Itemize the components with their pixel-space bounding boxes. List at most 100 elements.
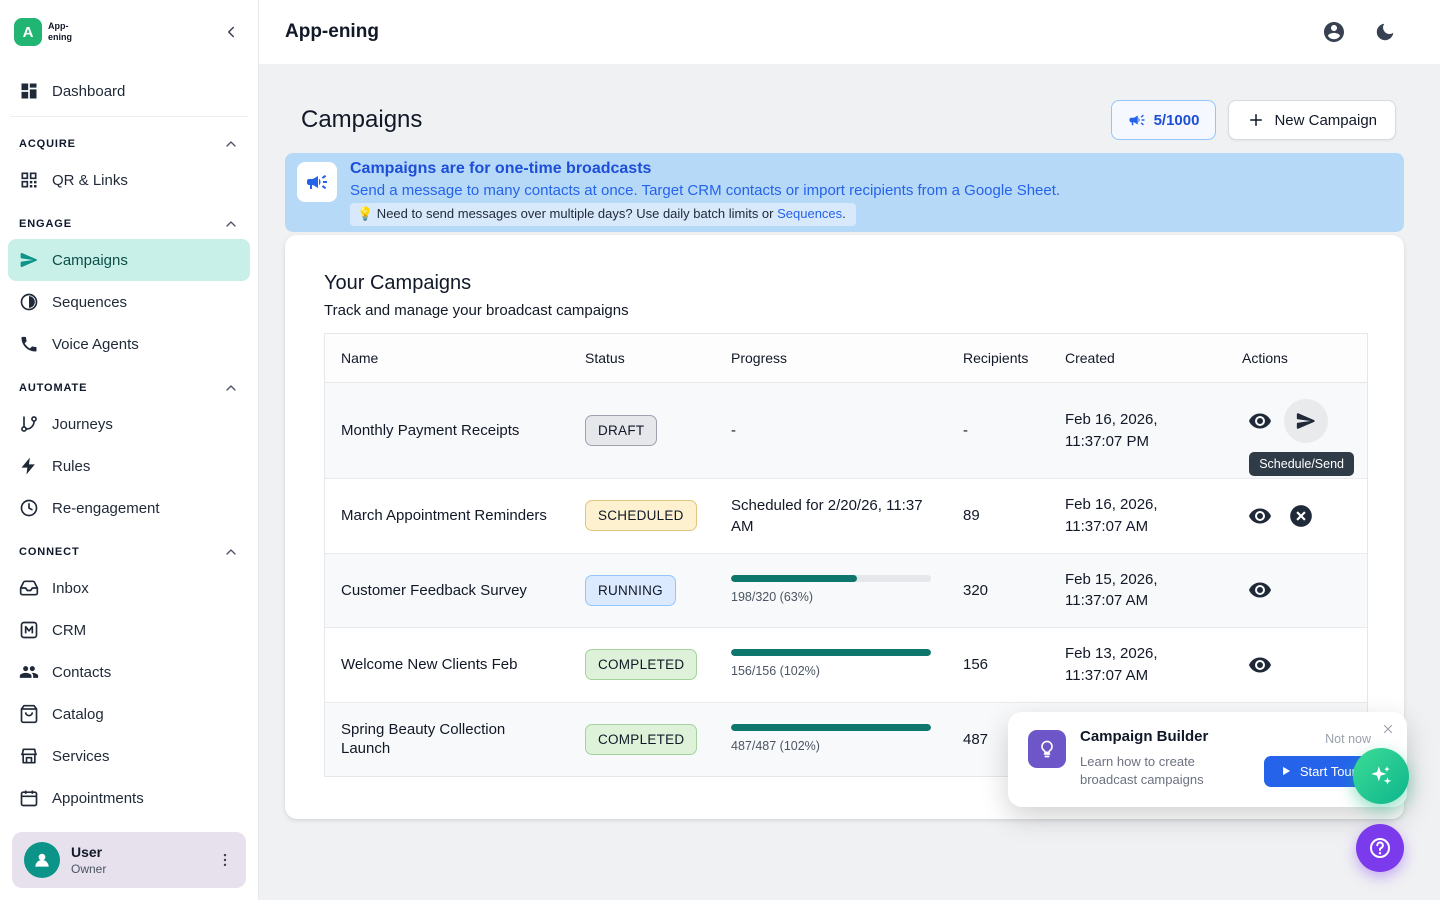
sidebar-section-automate[interactable]: AUTOMATE <box>8 365 250 403</box>
send-button-wrap: Schedule/Send <box>1284 399 1328 443</box>
account-button[interactable] <box>1322 20 1346 44</box>
chevron-up-icon <box>223 380 239 396</box>
user-meta: User Owner <box>71 844 205 876</box>
campaign-created: Feb 13, 2026, 11:37:07 AM <box>1049 628 1226 703</box>
banner-content: Campaigns are for one-time broadcasts Se… <box>350 160 1060 226</box>
progress-bar <box>731 649 931 656</box>
sidebar-item-rules[interactable]: Rules <box>8 445 250 487</box>
sidebar-section-engage[interactable]: ENGAGE <box>8 201 250 239</box>
eye-icon <box>1248 653 1272 677</box>
campaigns-card-title: Your Campaigns <box>324 272 1368 295</box>
sidebar-item-label: QR & Links <box>52 172 128 189</box>
qr-code-icon <box>19 170 39 190</box>
sidebar-item-label: Re-engagement <box>52 500 160 517</box>
ai-assistant-fab[interactable] <box>1353 748 1409 804</box>
campaign-name: Welcome New Clients Feb <box>325 628 569 703</box>
campaign-quota-button[interactable]: 5/1000 <box>1111 100 1217 140</box>
popup-close-button[interactable] <box>1381 722 1395 736</box>
popup-body: Learn how to create broadcast campaigns <box>1080 753 1230 789</box>
column-progress: Progress <box>715 334 947 383</box>
sidebar-item-appointments[interactable]: Appointments <box>8 777 250 819</box>
sidebar-collapse-button[interactable] <box>222 23 240 41</box>
lightbulb-icon <box>1037 739 1057 759</box>
sidebar-item-crm[interactable]: CRM <box>8 609 250 651</box>
campaign-recipients: 89 <box>947 479 1049 554</box>
campaign-recipients: 156 <box>947 628 1049 703</box>
eye-icon <box>1248 578 1272 602</box>
status-badge: COMPLETED <box>585 724 697 755</box>
schedule-send-button[interactable] <box>1284 399 1328 443</box>
new-campaign-label: New Campaign <box>1274 112 1377 129</box>
sidebar-item-re-engagement[interactable]: Re-engagement <box>8 487 250 529</box>
chevron-up-icon <box>223 544 239 560</box>
sidebar-item-sequences[interactable]: Sequences <box>8 281 250 323</box>
table-row: Customer Feedback Survey RUNNING 198/320… <box>325 553 1367 628</box>
campaign-recipients: - <box>947 383 1049 479</box>
sidebar-item-services[interactable]: Services <box>8 735 250 777</box>
page-header: Campaigns 5/1000 New Campaign <box>301 100 1396 140</box>
view-campaign-button[interactable] <box>1242 572 1278 608</box>
sidebar-item-label: Catalog <box>52 706 104 723</box>
new-campaign-button[interactable]: New Campaign <box>1228 100 1396 140</box>
dashboard-grid-icon <box>19 81 39 101</box>
help-fab[interactable] <box>1356 824 1404 872</box>
sequences-link[interactable]: Sequences <box>777 206 842 221</box>
start-tour-label: Start Tour <box>1300 764 1356 779</box>
crm-icon <box>19 620 39 640</box>
send-icon <box>19 250 39 270</box>
eye-icon <box>1248 409 1272 433</box>
sidebar-item-catalog[interactable]: Catalog <box>8 693 250 735</box>
dark-mode-toggle[interactable] <box>1374 21 1396 43</box>
campaign-created: Feb 16, 2026, 11:37:07 AM <box>1049 479 1226 554</box>
help-icon <box>1368 836 1392 860</box>
section-label: AUTOMATE <box>19 382 87 394</box>
sidebar-item-contacts[interactable]: Contacts <box>8 651 250 693</box>
cancel-campaign-button[interactable] <box>1284 499 1318 533</box>
app-logo-text: App-ening <box>48 21 82 43</box>
view-campaign-button[interactable] <box>1242 498 1278 534</box>
sidebar-item-voice-agents[interactable]: Voice Agents <box>8 323 250 365</box>
status-badge: SCHEDULED <box>585 500 697 531</box>
sidebar-item-inbox[interactable]: Inbox <box>8 567 250 609</box>
sidebar-item-qr-links[interactable]: QR & Links <box>8 159 250 201</box>
play-icon <box>1279 764 1293 778</box>
campaign-name: Customer Feedback Survey <box>325 553 569 628</box>
topbar-icons <box>1322 20 1396 44</box>
banner-tip: 💡 Need to send messages over multiple da… <box>350 203 856 226</box>
user-name: User <box>71 844 205 860</box>
half-circle-icon <box>19 292 39 312</box>
sidebar-item-campaigns[interactable]: Campaigns <box>8 239 250 281</box>
view-campaign-button[interactable] <box>1242 647 1278 683</box>
branch-icon <box>19 414 39 434</box>
sparkles-icon <box>1368 763 1394 789</box>
info-banner: Campaigns are for one-time broadcasts Se… <box>285 153 1404 232</box>
column-name: Name <box>325 334 569 383</box>
user-card[interactable]: User Owner <box>12 832 246 888</box>
banner-title: Campaigns are for one-time broadcasts <box>350 160 1060 178</box>
campaign-progress: Scheduled for 2/20/26, 11:37 AM <box>715 479 947 554</box>
section-label: ENGAGE <box>19 218 72 230</box>
app-logo[interactable]: A App-ening <box>14 18 82 46</box>
user-menu-button[interactable] <box>216 851 234 869</box>
table-header-row: Name Status Progress Recipients Created … <box>325 334 1367 383</box>
sidebar-item-dashboard[interactable]: Dashboard <box>8 70 250 112</box>
section-label: CONNECT <box>19 546 80 558</box>
topbar-title: App-ening <box>285 21 379 43</box>
sidebar-section-acquire[interactable]: ACQUIRE <box>8 121 250 159</box>
column-status: Status <box>569 334 715 383</box>
close-icon <box>1381 722 1395 736</box>
user-role: Owner <box>71 862 205 876</box>
campaign-progress: - <box>715 383 947 479</box>
view-campaign-button[interactable] <box>1242 403 1278 439</box>
lightbulb-icon-box <box>1028 730 1066 768</box>
account-circle-icon <box>1322 20 1346 44</box>
sidebar-item-label: Campaigns <box>52 252 128 269</box>
sidebar-section-connect[interactable]: CONNECT <box>8 529 250 567</box>
progress-label: 487/487 (102%) <box>731 738 931 756</box>
sidebar-item-label: CRM <box>52 622 86 639</box>
lightning-icon <box>19 456 39 476</box>
not-now-button[interactable]: Not now <box>1325 732 1371 746</box>
sidebar-item-label: Appointments <box>52 790 144 807</box>
sidebar-item-journeys[interactable]: Journeys <box>8 403 250 445</box>
schedule-send-tooltip: Schedule/Send <box>1249 452 1354 476</box>
